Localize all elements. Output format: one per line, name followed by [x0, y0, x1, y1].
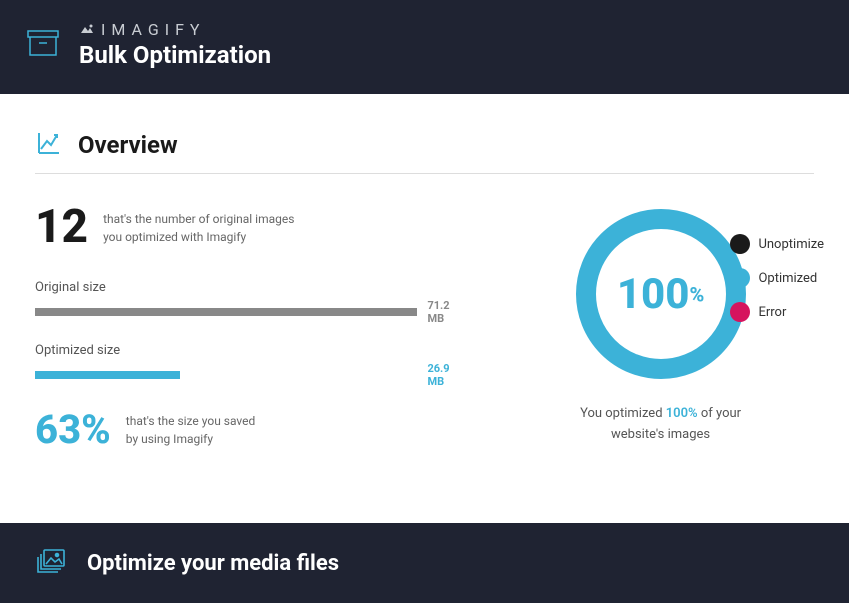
- brand-name: IMAGIFY: [101, 20, 206, 39]
- image-count-desc: that's the number of original images you…: [103, 204, 294, 246]
- chart-legend: Unoptimize Optimized Error: [730, 234, 824, 322]
- legend-error: Error: [730, 302, 824, 322]
- original-size-value: 71.2 MB: [427, 299, 467, 325]
- chart-line-icon: [35, 129, 63, 161]
- optimized-size-value: 26.9 MB: [427, 362, 467, 388]
- bar-track: [35, 308, 417, 316]
- donut-percent-sign: %: [689, 282, 704, 306]
- donut-center: 100%: [571, 204, 751, 384]
- image-count-row: 12 that's the number of original images …: [35, 204, 467, 250]
- brand-logo-icon: [79, 20, 95, 39]
- saving-row: 63% that's the size you saved by using I…: [35, 406, 467, 453]
- saving-desc: that's the size you saved by using Imagi…: [126, 412, 256, 448]
- optimized-size-label: Optimized size: [35, 343, 467, 358]
- donut-caption: You optimized 100% of your website's ima…: [580, 404, 741, 446]
- header-titles: IMAGIFY Bulk Optimization: [79, 20, 271, 69]
- brand-row: IMAGIFY: [79, 20, 271, 39]
- legend-dot-unoptimized: [730, 234, 750, 254]
- donut-value: 100: [617, 270, 690, 319]
- chart-column: 100% You optimized 100% of your website'…: [507, 204, 814, 453]
- box-icon: [25, 25, 61, 65]
- bar-fill-optimized: [35, 371, 180, 379]
- legend-optimized: Optimized: [730, 268, 824, 288]
- original-size-bar: 71.2 MB: [35, 299, 467, 325]
- overview-section-head: Overview: [35, 114, 814, 174]
- image-count: 12: [35, 204, 88, 250]
- optimize-section-head: Optimize your media files: [0, 523, 849, 603]
- main-content: Overview 12 that's the number of origina…: [0, 94, 849, 493]
- optimized-size-bar: 26.9 MB: [35, 362, 467, 388]
- saving-percent: 63%: [35, 406, 111, 453]
- app-header: IMAGIFY Bulk Optimization: [0, 0, 849, 94]
- legend-unoptimized: Unoptimize: [730, 234, 824, 254]
- optimize-title: Optimize your media files: [87, 551, 339, 576]
- stats-column: 12 that's the number of original images …: [35, 204, 467, 453]
- images-stack-icon: [35, 545, 67, 581]
- bar-track: [35, 371, 417, 379]
- overview-title: Overview: [78, 131, 178, 159]
- overview-body: 12 that's the number of original images …: [35, 174, 814, 453]
- donut-chart: 100%: [571, 204, 751, 384]
- bar-fill-original: [35, 308, 417, 316]
- page-title: Bulk Optimization: [79, 41, 271, 69]
- original-size-label: Original size: [35, 280, 467, 295]
- legend-dot-optimized: [730, 268, 750, 288]
- legend-dot-error: [730, 302, 750, 322]
